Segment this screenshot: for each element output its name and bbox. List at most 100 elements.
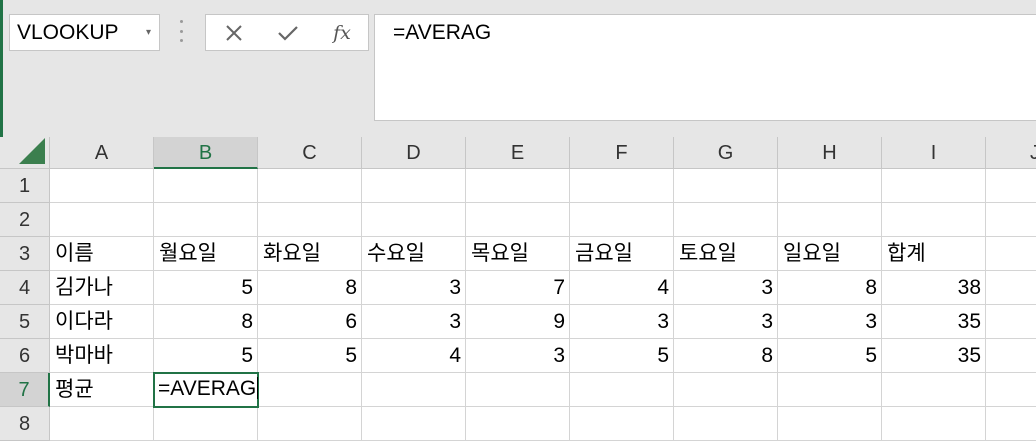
cell-f8[interactable] bbox=[570, 407, 674, 441]
cell-e6[interactable]: 3 bbox=[466, 339, 570, 373]
cell-a3[interactable]: 이름 bbox=[50, 237, 154, 271]
column-header-g[interactable]: G bbox=[674, 137, 778, 169]
cell-a5[interactable]: 이다라 bbox=[50, 305, 154, 339]
cell-c1[interactable] bbox=[258, 169, 362, 203]
cell-b3[interactable]: 월요일 bbox=[154, 237, 258, 271]
cell-f7[interactable] bbox=[570, 373, 674, 407]
column-header-b[interactable]: B bbox=[154, 137, 258, 169]
row-header-8[interactable]: 8 bbox=[0, 407, 50, 441]
cell-g5[interactable]: 3 bbox=[674, 305, 778, 339]
cell-f3[interactable]: 금요일 bbox=[570, 237, 674, 271]
formula-input[interactable]: =AVERAG bbox=[374, 14, 1036, 121]
cell-h5[interactable]: 3 bbox=[778, 305, 882, 339]
cell-j6[interactable] bbox=[986, 339, 1036, 373]
cell-f1[interactable] bbox=[570, 169, 674, 203]
cell-f4[interactable]: 4 bbox=[570, 271, 674, 305]
cell-d1[interactable] bbox=[362, 169, 466, 203]
cell-i7[interactable] bbox=[882, 373, 986, 407]
cell-a2[interactable] bbox=[50, 203, 154, 237]
cell-d7[interactable] bbox=[362, 373, 466, 407]
cell-c7[interactable] bbox=[258, 373, 362, 407]
cell-g8[interactable] bbox=[674, 407, 778, 441]
cell-h7[interactable] bbox=[778, 373, 882, 407]
cell-j8[interactable] bbox=[986, 407, 1036, 441]
cell-g3[interactable]: 토요일 bbox=[674, 237, 778, 271]
cell-i6[interactable]: 35 bbox=[882, 339, 986, 373]
cell-j1[interactable] bbox=[986, 169, 1036, 203]
cell-i2[interactable] bbox=[882, 203, 986, 237]
cell-d6[interactable]: 4 bbox=[362, 339, 466, 373]
cell-b1[interactable] bbox=[154, 169, 258, 203]
cell-f6[interactable]: 5 bbox=[570, 339, 674, 373]
cell-b2[interactable] bbox=[154, 203, 258, 237]
cell-e1[interactable] bbox=[466, 169, 570, 203]
cancel-button[interactable] bbox=[214, 15, 254, 50]
cell-a7[interactable]: 평균 bbox=[50, 373, 154, 407]
select-all-button[interactable] bbox=[0, 137, 50, 169]
cell-a6[interactable]: 박마바 bbox=[50, 339, 154, 373]
cell-b4[interactable]: 5 bbox=[154, 271, 258, 305]
cell-b8[interactable] bbox=[154, 407, 258, 441]
cell-c4[interactable]: 8 bbox=[258, 271, 362, 305]
enter-button[interactable] bbox=[268, 15, 308, 50]
cell-c3[interactable]: 화요일 bbox=[258, 237, 362, 271]
column-header-h[interactable]: H bbox=[778, 137, 882, 169]
cell-e5[interactable]: 9 bbox=[466, 305, 570, 339]
cell-d4[interactable]: 3 bbox=[362, 271, 466, 305]
column-header-f[interactable]: F bbox=[570, 137, 674, 169]
cell-h4[interactable]: 8 bbox=[778, 271, 882, 305]
cell-i3[interactable]: 합계 bbox=[882, 237, 986, 271]
cell-e4[interactable]: 7 bbox=[466, 271, 570, 305]
cell-e7[interactable] bbox=[466, 373, 570, 407]
cell-j3[interactable] bbox=[986, 237, 1036, 271]
cell-d3[interactable]: 수요일 bbox=[362, 237, 466, 271]
cell-c6[interactable]: 5 bbox=[258, 339, 362, 373]
cell-c2[interactable] bbox=[258, 203, 362, 237]
cell-i1[interactable] bbox=[882, 169, 986, 203]
cell-i5[interactable]: 35 bbox=[882, 305, 986, 339]
cell-d8[interactable] bbox=[362, 407, 466, 441]
formula-bar-grip-icon[interactable] bbox=[178, 20, 184, 42]
cell-h1[interactable] bbox=[778, 169, 882, 203]
cell-d5[interactable]: 3 bbox=[362, 305, 466, 339]
cell-f2[interactable] bbox=[570, 203, 674, 237]
cell-a4[interactable]: 김가나 bbox=[50, 271, 154, 305]
cell-h6[interactable]: 5 bbox=[778, 339, 882, 373]
row-header-5[interactable]: 5 bbox=[0, 305, 50, 339]
cell-e3[interactable]: 목요일 bbox=[466, 237, 570, 271]
cell-j5[interactable] bbox=[986, 305, 1036, 339]
row-header-2[interactable]: 2 bbox=[0, 203, 50, 237]
cell-g4[interactable]: 3 bbox=[674, 271, 778, 305]
cell-j7[interactable] bbox=[986, 373, 1036, 407]
name-box[interactable]: VLOOKUP ▾ bbox=[9, 14, 160, 51]
cell-e8[interactable] bbox=[466, 407, 570, 441]
cell-c5[interactable]: 6 bbox=[258, 305, 362, 339]
row-header-6[interactable]: 6 bbox=[0, 339, 50, 373]
insert-function-button[interactable]: fx bbox=[322, 15, 362, 50]
row-header-7[interactable]: 7 bbox=[0, 373, 50, 407]
cell-b6[interactable]: 5 bbox=[154, 339, 258, 373]
cell-a1[interactable] bbox=[50, 169, 154, 203]
cell-g1[interactable] bbox=[674, 169, 778, 203]
row-header-4[interactable]: 4 bbox=[0, 271, 50, 305]
column-header-a[interactable]: A bbox=[50, 137, 154, 169]
column-header-d[interactable]: D bbox=[362, 137, 466, 169]
row-header-1[interactable]: 1 bbox=[0, 169, 50, 203]
column-header-j[interactable]: J bbox=[986, 137, 1036, 169]
column-header-i[interactable]: I bbox=[882, 137, 986, 169]
column-header-e[interactable]: E bbox=[466, 137, 570, 169]
cell-g7[interactable] bbox=[674, 373, 778, 407]
cell-b5[interactable]: 8 bbox=[154, 305, 258, 339]
cell-g6[interactable]: 8 bbox=[674, 339, 778, 373]
chevron-down-icon[interactable]: ▾ bbox=[146, 15, 151, 50]
cell-f5[interactable]: 3 bbox=[570, 305, 674, 339]
cell-c8[interactable] bbox=[258, 407, 362, 441]
cell-j4[interactable] bbox=[986, 271, 1036, 305]
cell-i8[interactable] bbox=[882, 407, 986, 441]
cell-d2[interactable] bbox=[362, 203, 466, 237]
row-header-3[interactable]: 3 bbox=[0, 237, 50, 271]
cell-g2[interactable] bbox=[674, 203, 778, 237]
cell-j2[interactable] bbox=[986, 203, 1036, 237]
cell-h8[interactable] bbox=[778, 407, 882, 441]
cell-i4[interactable]: 38 bbox=[882, 271, 986, 305]
